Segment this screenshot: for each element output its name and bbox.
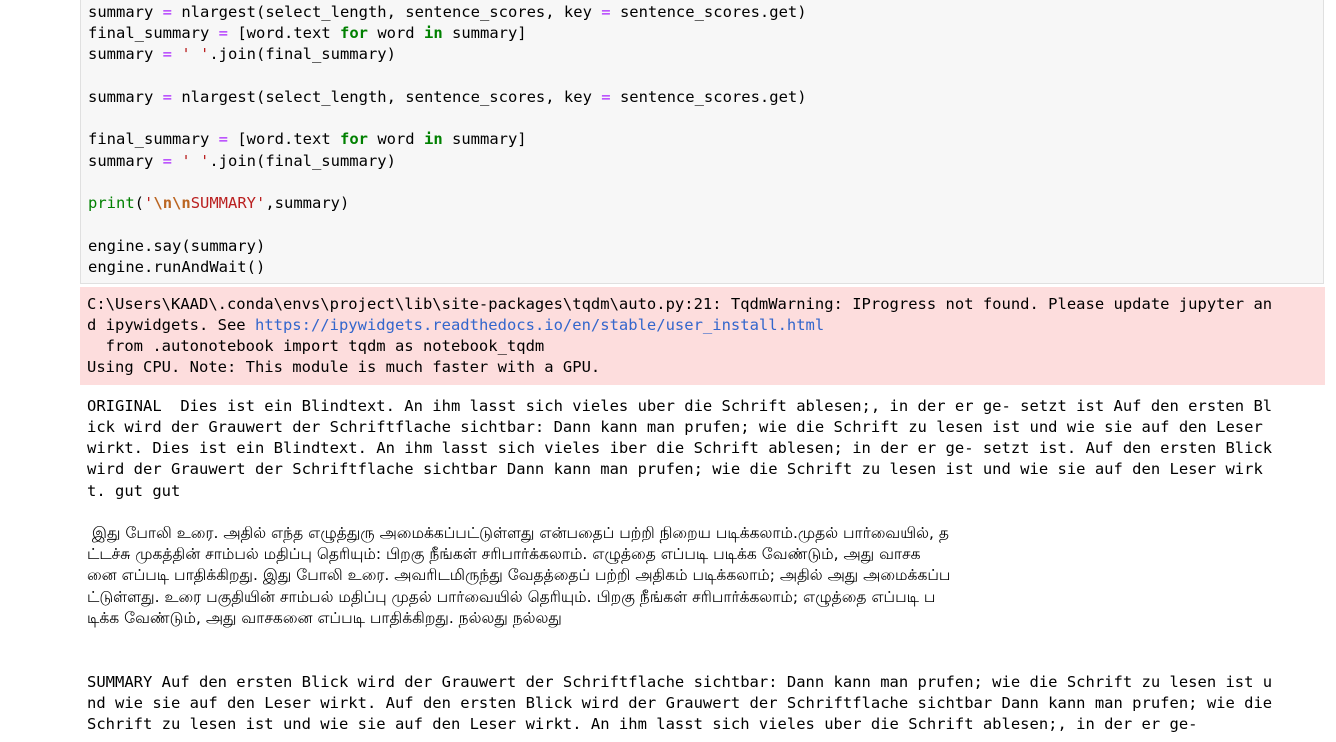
code-line-5: final_summary = [word.text for word in s… <box>88 130 527 148</box>
tamil-line: ட்டுள்ளது. உரை பகுதியின் சாம்பல் மதிப்பு… <box>87 588 936 606</box>
code-line-2: final_summary = [word.text for word in s… <box>88 24 527 42</box>
code-line-4: summary = nlargest(select_length, senten… <box>88 88 807 106</box>
code-line-9: engine.runAndWait() <box>88 258 266 276</box>
stderr-line-3: from .autonotebook import tqdm as notebo… <box>87 337 545 355</box>
original-line: ORIGINAL Dies ist ein Blindtext. An ihm … <box>87 397 1273 415</box>
tamil-line: இது போலி உரை. அதில் எந்த எழுத்துரு அமைக்… <box>87 524 949 542</box>
code-line-8: engine.say(summary) <box>88 237 266 255</box>
summary-line: Schrift zu lesen ist und wie sie auf den… <box>87 715 1198 733</box>
original-line: ick wird der Grauwert der Schriftflache … <box>87 418 1263 436</box>
original-line: wirkt. Dies ist ein Blindtext. An ihm la… <box>87 439 1273 457</box>
stderr-output: C:\Users\KAAD\.conda\envs\project\lib\si… <box>80 287 1325 385</box>
stderr-line-4: Using CPU. Note: This module is much fas… <box>87 358 601 376</box>
original-line: t. gut gut <box>87 482 181 500</box>
code-line-3: summary = ' '.join(final_summary) <box>88 45 396 63</box>
tamil-line: ட்டச்சு முகத்தின் சாம்பல் மதிப்பு தெரியு… <box>87 545 921 563</box>
ipywidgets-install-link[interactable]: https://ipywidgets.readthedocs.io/en/sta… <box>255 316 824 334</box>
tamil-line: னை எப்படி பாதிக்கிறது. இது போலி உரை. அவர… <box>87 566 951 584</box>
original-line: wird der Grauwert der Schriftflache sich… <box>87 460 1263 478</box>
stderr-line-1: C:\Users\KAAD\.conda\envs\project\lib\si… <box>87 295 1273 313</box>
stderr-line-2: d ipywidgets. See https://ipywidgets.rea… <box>87 316 825 334</box>
code-line-6: summary = ' '.join(final_summary) <box>88 152 396 170</box>
summary-line: SUMMARY Auf den ersten Blick wird der Gr… <box>87 673 1273 691</box>
code-line-7: print('\n\nSUMMARY',summary) <box>88 194 350 212</box>
tamil-line: டிக்க வேண்டும், அது வாசகனை எப்படி பாதிக்… <box>87 609 562 627</box>
code-input-cell[interactable]: summary = nlargest(select_length, senten… <box>80 0 1324 284</box>
code-line-1: summary = nlargest(select_length, senten… <box>88 3 807 21</box>
summary-line: nd wie sie auf den Leser wirkt. Auf den … <box>87 694 1273 712</box>
